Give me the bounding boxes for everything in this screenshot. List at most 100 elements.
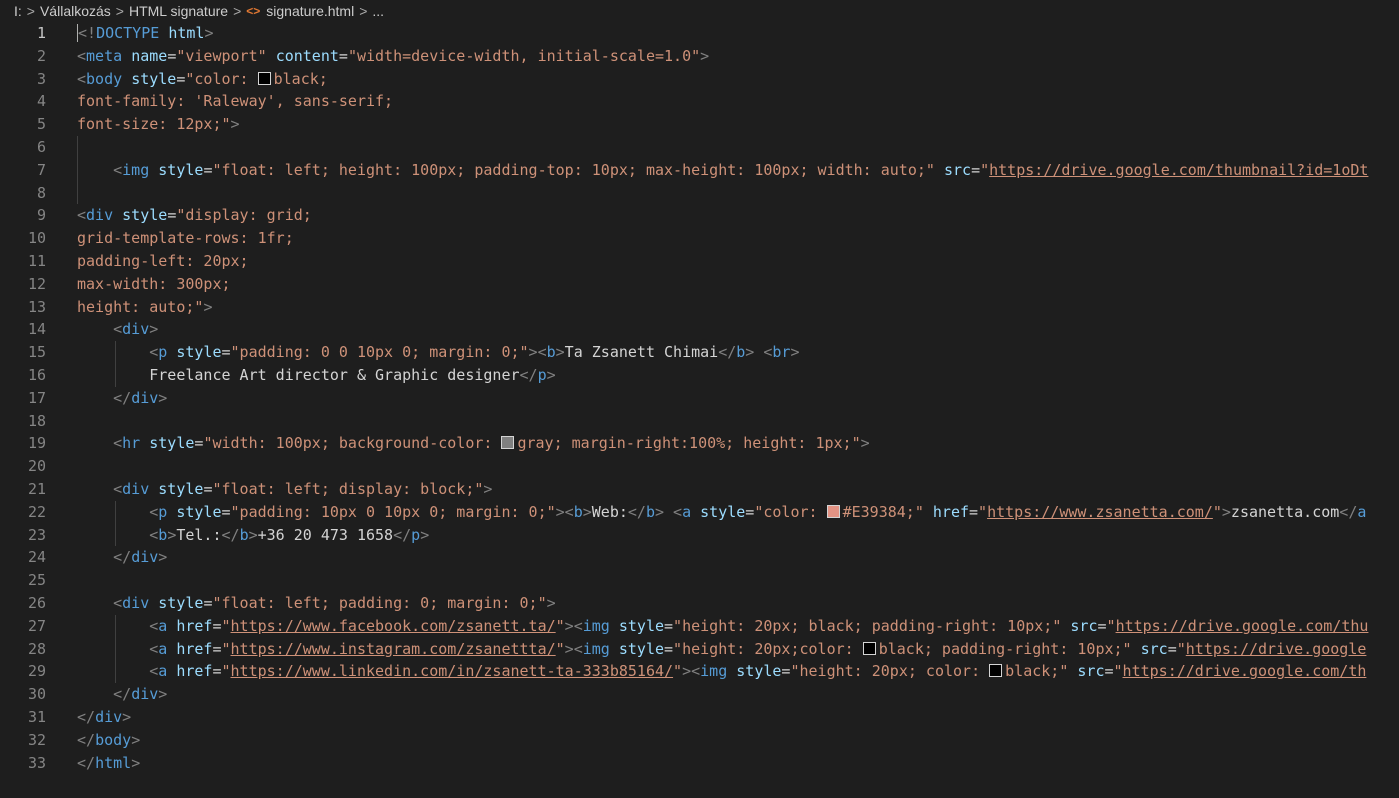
code-line[interactable]: 32 </body> (0, 729, 1399, 752)
code-line[interactable]: 8 (0, 182, 1399, 205)
code-token: > (1221, 502, 1231, 521)
code-token: "width: 100px; background-color: (203, 434, 502, 453)
code-line[interactable]: 4 font-family: 'Raleway', sans-serif; (0, 90, 1399, 113)
code-line[interactable]: 17 </div> (0, 387, 1399, 410)
line-number: 6 (36, 138, 46, 156)
code-line[interactable]: 20 (0, 455, 1399, 478)
html-file-icon: <> (246, 4, 261, 18)
code-token: " (980, 160, 990, 179)
code-line[interactable]: 25 (0, 569, 1399, 592)
code-token: style (618, 639, 665, 658)
code-text: <div style="display: grid; (77, 204, 312, 227)
code-token: < (691, 662, 701, 681)
code-line[interactable]: 14 <div> (0, 318, 1399, 341)
code-link[interactable]: https://drive.google (1186, 640, 1367, 658)
code-link[interactable]: https://www.instagram.com/zsanettta/ (231, 640, 556, 658)
code-token: "height: 20px; color: (790, 662, 990, 681)
code-token: img (582, 639, 610, 658)
code-token: a (682, 502, 692, 521)
code-token: = (212, 616, 222, 635)
chevron-right-icon: > (233, 3, 242, 19)
breadcrumb-more-label: ... (372, 3, 385, 19)
code-token: = (338, 46, 348, 65)
code-link[interactable]: https://www.facebook.com/zsanett.ta/ (231, 617, 556, 635)
code-line[interactable]: 29 <a href="https://www.linkedin.com/in/… (0, 660, 1399, 683)
code-token: content (275, 46, 339, 65)
code-token: " (221, 616, 231, 635)
code-line[interactable]: 28 <a href="https://www.instagram.com/zs… (0, 638, 1399, 661)
code-line[interactable]: 24 </div> (0, 546, 1399, 569)
code-line[interactable]: 5 font-size: 12px;"> (0, 113, 1399, 136)
color-swatch-icon[interactable] (501, 436, 515, 450)
code-line[interactable]: 19 <hr style="width: 100px; background-c… (0, 432, 1399, 455)
color-swatch-icon[interactable] (257, 71, 271, 85)
code-token: < (113, 594, 123, 612)
code-line[interactable]: 11 padding-left: 20px; (0, 250, 1399, 273)
code-editor[interactable]: 1 <!DOCTYPE html> 2 <meta name="viewport" c… (0, 22, 1399, 798)
code-line[interactable]: 12 max-width: 300px; (0, 273, 1399, 296)
breadcrumb-item-folder[interactable]: Vállalkozás (40, 3, 111, 19)
line-number: 1 (36, 24, 46, 42)
code-line[interactable]: 21 <div style="float: left; display: blo… (0, 478, 1399, 501)
code-token: src (1140, 639, 1168, 658)
code-line[interactable]: 6 (0, 136, 1399, 159)
breadcrumb-item-symbols[interactable]: ... (372, 3, 384, 19)
code-line[interactable]: 22 <p style="padding: 10px 0 10px 0; mar… (0, 501, 1399, 524)
code-line[interactable]: 23 <b>Tel.:</b>+36 20 473 1658</p> (0, 524, 1399, 547)
code-text: </div> (77, 706, 131, 729)
code-link[interactable]: https://drive.google.com/thumbnail?id=1o… (989, 161, 1368, 179)
code-line[interactable]: 13 height: auto;"> (0, 296, 1399, 319)
code-token: padding-left: 20px; (77, 252, 249, 270)
code-token: > (483, 480, 493, 498)
code-token: = (221, 502, 231, 521)
code-line[interactable]: 27 <a href="https://www.facebook.com/zsa… (0, 615, 1399, 638)
code-token: > (564, 639, 574, 658)
code-line[interactable]: 30 </div> (0, 683, 1399, 706)
code-link[interactable]: https://drive.google.com/th (1123, 662, 1367, 680)
code-text: <b>Tel.:</b>+36 20 473 1658</p> (77, 524, 429, 547)
breadcrumb-item-drive[interactable]: I: (14, 3, 22, 19)
code-token: </ (519, 366, 538, 384)
code-line[interactable]: 26 <div style="float: left; padding: 0; … (0, 592, 1399, 615)
code-token: font-family: 'Raleway', sans-serif; (77, 92, 394, 111)
code-token: src (1070, 616, 1098, 635)
code-line[interactable]: 3 <body style="color: black; (0, 68, 1399, 91)
code-token: > (131, 730, 141, 749)
code-token: zsanetta.com (1230, 502, 1340, 521)
code-token: = (1167, 639, 1177, 658)
color-swatch-icon[interactable] (862, 641, 876, 655)
code-link[interactable]: https://drive.google.com/thu (1116, 617, 1369, 635)
code-line[interactable]: 15 <p style="padding: 0 0 10px 0; margin… (0, 341, 1399, 364)
code-link[interactable]: https://www.zsanetta.com/ (987, 503, 1213, 521)
code-link[interactable]: https://www.linkedin.com/in/zsanett-ta-3… (231, 662, 674, 680)
code-line[interactable]: 18 (0, 410, 1399, 433)
code-token: < (149, 343, 159, 362)
breadcrumb-item-subfolder[interactable]: HTML signature (129, 3, 228, 19)
code-text: <div style="float: left; display: block;… (77, 478, 492, 501)
color-swatch-icon[interactable] (826, 504, 840, 518)
code-line[interactable]: 10 grid-template-rows: 1fr; (0, 227, 1399, 250)
code-token: </ (77, 708, 96, 726)
color-swatch-icon[interactable] (989, 664, 1003, 678)
line-number: 18 (27, 411, 46, 430)
code-text: grid-template-rows: 1fr; (77, 227, 294, 250)
code-token: < (564, 502, 574, 521)
code-line[interactable]: 7 <img style = "float: left; height: 100px… (0, 159, 1399, 182)
breadcrumb: I: > Vállalkozás > HTML signature > <> s… (0, 0, 1399, 22)
code-line[interactable]: 33 </html> (0, 752, 1399, 775)
code-line[interactable]: 2 <meta name="viewport" content="width=de… (0, 45, 1399, 68)
code-line[interactable]: 31 </div> (0, 706, 1399, 729)
code-line[interactable]: 1 <!DOCTYPE html> (0, 22, 1399, 45)
code-line[interactable]: 16 Freelance Art director & Graphic desi… (0, 364, 1399, 387)
code-line[interactable]: 9 <div style="display: grid; (0, 204, 1399, 227)
breadcrumb-item-file[interactable]: <> signature.html (246, 3, 354, 19)
